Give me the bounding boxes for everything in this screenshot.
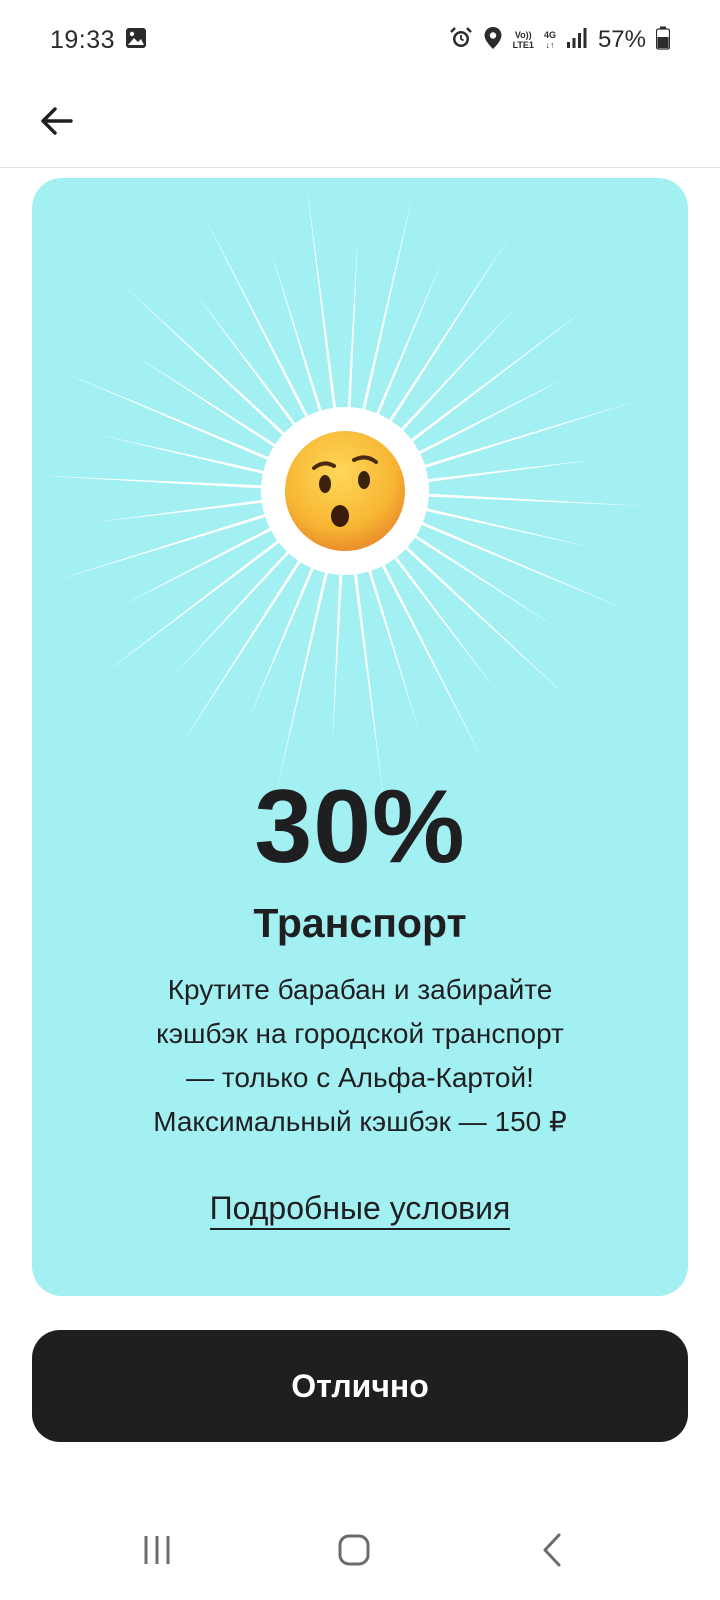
battery-icon <box>655 26 671 55</box>
description-line: — только с Альфа-Картой! <box>186 1062 534 1093</box>
back-button[interactable] <box>30 94 84 148</box>
app-bar <box>0 80 720 168</box>
home-icon[interactable] <box>324 1530 384 1570</box>
promo-description: Крутите барабан и забирайте кэшбэк на го… <box>92 968 628 1144</box>
cashback-percent: 30% <box>254 769 466 885</box>
arrow-left-icon <box>41 107 73 135</box>
signal-icon <box>566 27 588 54</box>
status-right: Vo)) LTE1 4G ↓↑ 57% <box>449 26 671 55</box>
recents-icon[interactable] <box>127 1530 187 1570</box>
volte-icon: Vo)) LTE1 <box>513 30 534 50</box>
alarm-icon <box>449 26 473 55</box>
back-icon[interactable] <box>524 1530 584 1570</box>
network-type-label: 4G <box>543 30 556 40</box>
system-nav-bar <box>0 1500 720 1600</box>
promo-card: 30% Транспорт Крутите барабан и забирайт… <box>32 178 688 1296</box>
battery-percent: 57% <box>597 26 646 53</box>
ok-button[interactable]: Отлично <box>32 1330 688 1442</box>
status-left: 19:33 <box>50 26 147 55</box>
status-time: 19:33 <box>50 25 116 54</box>
data-arrows-icon: 4G ↓↑ <box>543 30 556 50</box>
status-bar: 19:33 Vo)) LTE1 4G ↓↑ 57% <box>0 0 720 80</box>
volte-top-label: Vo)) <box>514 30 532 40</box>
description-line: Максимальный кэшбэк — 150 ₽ <box>153 1106 567 1137</box>
description-line: Крутите барабан и забирайте <box>167 974 553 1005</box>
volte-bottom-label: LTE1 <box>512 40 534 50</box>
category-title: Транспорт <box>253 900 467 946</box>
hushed-face-emoji <box>285 431 405 551</box>
location-icon <box>483 26 503 55</box>
description-line: кэшбэк на городской транспорт <box>156 1018 564 1049</box>
terms-link[interactable]: Подробные условия <box>209 1190 511 1230</box>
image-icon <box>125 27 147 54</box>
terms-link-container: Подробные условия <box>32 1190 688 1230</box>
